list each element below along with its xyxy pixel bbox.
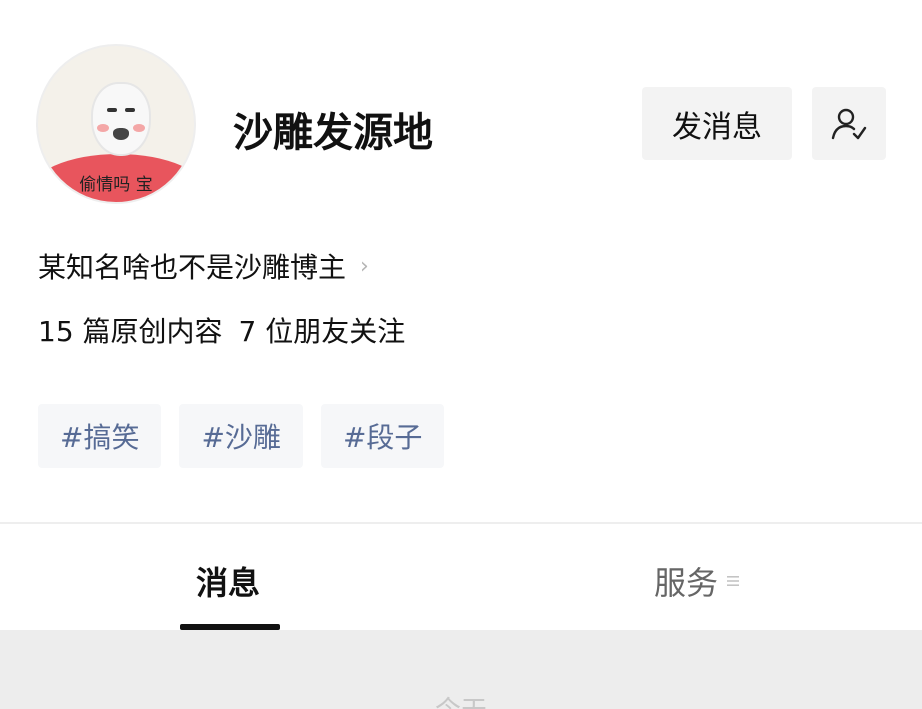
- tag-chip[interactable]: #段子: [320, 404, 445, 468]
- follow-button[interactable]: [812, 87, 886, 160]
- date-divider: 今天: [0, 690, 922, 709]
- avatar-caption: 偷情吗 宝: [79, 175, 153, 195]
- menu-icon: [727, 576, 740, 586]
- message-list: 今天: [0, 630, 922, 709]
- avatar-eye-left: [107, 108, 117, 112]
- avatar[interactable]: 偷情吗 宝: [36, 44, 196, 204]
- tab-services[interactable]: 服务: [654, 558, 740, 604]
- avatar-cheek-right: [133, 124, 145, 132]
- account-stats: 15 篇原创内容 7 位朋友关注: [38, 310, 405, 350]
- avatar-face: [93, 84, 149, 154]
- send-message-button[interactable]: 发消息: [642, 87, 792, 160]
- bio-link[interactable]: 某知名啥也不是沙雕博主 ›: [38, 246, 369, 286]
- avatar-cheek-left: [97, 124, 109, 132]
- account-name: 沙雕发源地: [233, 110, 433, 156]
- avatar-mouth: [113, 128, 129, 140]
- tag-list: #搞笑 #沙雕 #段子: [38, 404, 445, 468]
- tab-messages[interactable]: 消息: [196, 558, 260, 604]
- avatar-eye-right: [125, 108, 135, 112]
- friends-following[interactable]: 7 位朋友关注: [239, 315, 406, 348]
- profile-header: 偷情吗 宝 沙雕发源地 发消息 某知名啥也不是沙雕博主 › 15 篇原创内容 7 …: [0, 0, 922, 522]
- bio-text: 某知名啥也不是沙雕博主: [38, 251, 347, 284]
- person-check-icon: [831, 108, 867, 139]
- original-count: 15 篇原创内容: [38, 315, 223, 348]
- tag-chip[interactable]: #沙雕: [179, 404, 303, 468]
- tab-bar: 消息 服务: [0, 524, 922, 630]
- tab-services-label: 服务: [654, 564, 719, 602]
- chevron-right-icon: ›: [360, 253, 369, 279]
- tag-chip[interactable]: #搞笑: [38, 404, 162, 468]
